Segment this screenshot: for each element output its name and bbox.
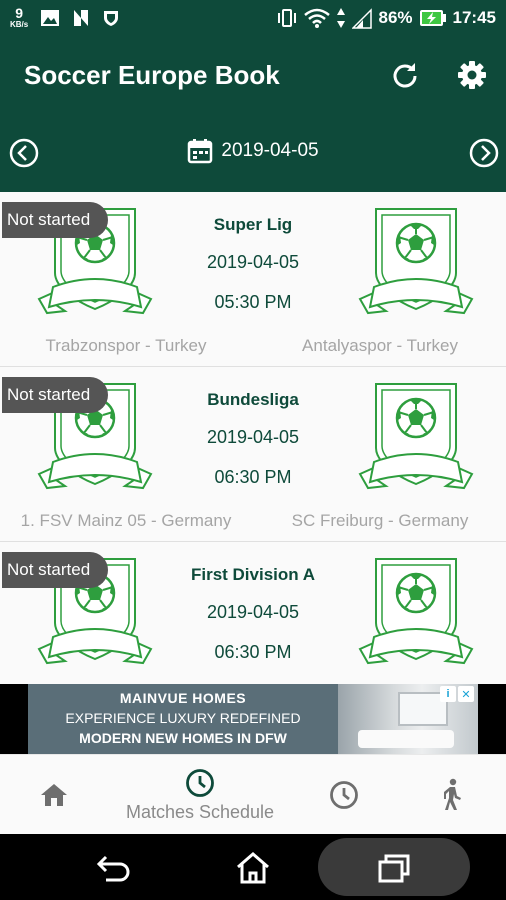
league-name: Bundesliga [207, 390, 299, 409]
nav-history[interactable] [318, 755, 370, 835]
home-team-name: 1. FSV Mainz 05 - Germany [20, 511, 232, 530]
nav-activity[interactable] [426, 755, 478, 835]
away-team-crest-icon [358, 557, 474, 673]
back-button[interactable] [94, 848, 134, 888]
data-arrows-icon [337, 8, 346, 28]
home-outline-icon [237, 852, 269, 884]
nav-home[interactable] [28, 755, 80, 835]
match-card[interactable]: Not started Bundesliga 2019-04-05 06:30 … [0, 367, 506, 542]
refresh-icon [393, 63, 417, 88]
league-name: Super Lig [213, 215, 293, 234]
ad-close-icon[interactable]: ✕ [458, 686, 474, 702]
refresh-button[interactable] [388, 58, 422, 92]
status-right: 86% 17:45 [276, 0, 496, 36]
status-left: 9 KB/s [10, 6, 120, 29]
settings-icon [458, 61, 486, 89]
battery-charging-icon [419, 10, 446, 26]
selected-date: 2019-04-05 [221, 140, 319, 161]
match-info: Super Lig 2019-04-05 05:30 PM [150, 212, 356, 314]
ad-info-icon[interactable]: i [440, 686, 456, 702]
status-badge: Not started [2, 552, 108, 588]
match-date: 2019-04-05 [206, 602, 300, 622]
app-bar: Soccer Europe Book [0, 36, 506, 114]
ad-subline: MODERN NEW HOMES IN DFW [79, 730, 287, 746]
network-speed-value: 9 [15, 5, 24, 21]
status-badge: Not started [2, 202, 108, 238]
system-navigation-bar [0, 834, 506, 900]
recent-apps-icon [378, 854, 410, 883]
home-team-name: Trabzonspor - Turkey [45, 336, 207, 355]
away-team-name: SC Freiburg - Germany [291, 511, 469, 530]
nav-matches-schedule-label: Matches Schedule [125, 801, 275, 822]
home-icon [41, 784, 67, 806]
gallery-icon [41, 9, 60, 26]
back-icon [96, 855, 130, 882]
vibrate-icon [278, 9, 297, 27]
nav-matches-schedule[interactable]: Matches Schedule [110, 755, 290, 835]
walking-person-icon [444, 778, 461, 810]
battery-percent: 86% [378, 8, 413, 27]
status-bar: 9 KB/s 86% 17:45 [0, 0, 506, 36]
shield-icon [104, 10, 119, 26]
match-list[interactable]: Not started Super Lig 2019-04-05 05:30 P… [0, 192, 506, 684]
date-bar: 2019-04-05 [0, 114, 506, 192]
match-time: 06:30 PM [214, 642, 292, 662]
match-date: 2019-04-05 [206, 252, 300, 272]
settings-button[interactable] [455, 58, 489, 92]
clock-time: 17:45 [452, 8, 496, 27]
league-name: First Division A [190, 565, 316, 584]
match-time: 06:30 PM [214, 467, 292, 487]
ad-choices[interactable]: i ✕ [440, 686, 474, 702]
network-speed: 9 KB/s [10, 6, 28, 29]
n-icon [74, 9, 89, 26]
ad-banner[interactable]: MAINVUE HOMES EXPERIENCE LUXURY REDEFINE… [0, 684, 506, 754]
away-team-crest-icon [358, 207, 474, 323]
ad-content[interactable]: MAINVUE HOMES EXPERIENCE LUXURY REDEFINE… [28, 684, 478, 754]
signal-icon [352, 8, 373, 29]
match-info: Bundesliga 2019-04-05 06:30 PM [150, 387, 356, 489]
app-title: Soccer Europe Book [24, 60, 280, 90]
date-selector[interactable]: 2019-04-05 [0, 138, 506, 164]
ad-brand: MAINVUE HOMES [119, 690, 247, 706]
network-speed-unit: KB/s [10, 20, 29, 29]
ad-image-bathtub [358, 730, 454, 748]
wifi-icon [304, 8, 331, 28]
match-info: First Division A 2019-04-05 06:30 PM [150, 562, 356, 664]
match-card[interactable]: Not started First Division A 2019-04-05 … [0, 542, 506, 684]
calendar-icon [188, 139, 213, 164]
history-clock-icon [330, 781, 358, 809]
match-card[interactable]: Not started Super Lig 2019-04-05 05:30 P… [0, 192, 506, 367]
match-date: 2019-04-05 [206, 427, 300, 447]
status-badge: Not started [2, 377, 108, 413]
away-team-crest-icon [358, 382, 474, 498]
home-button[interactable] [233, 848, 273, 888]
recent-apps-button[interactable] [374, 848, 414, 888]
away-team-name: Antalyaspor - Turkey [302, 336, 458, 355]
bottom-navigation: Matches Schedule [0, 754, 506, 834]
ad-headline: EXPERIENCE LUXURY REDEFINED [65, 710, 301, 726]
match-time: 05:30 PM [214, 292, 292, 312]
ad-text: MAINVUE HOMES EXPERIENCE LUXURY REDEFINE… [38, 688, 328, 748]
chevron-right-circle-icon[interactable] [469, 138, 499, 168]
clock-icon [186, 768, 214, 797]
